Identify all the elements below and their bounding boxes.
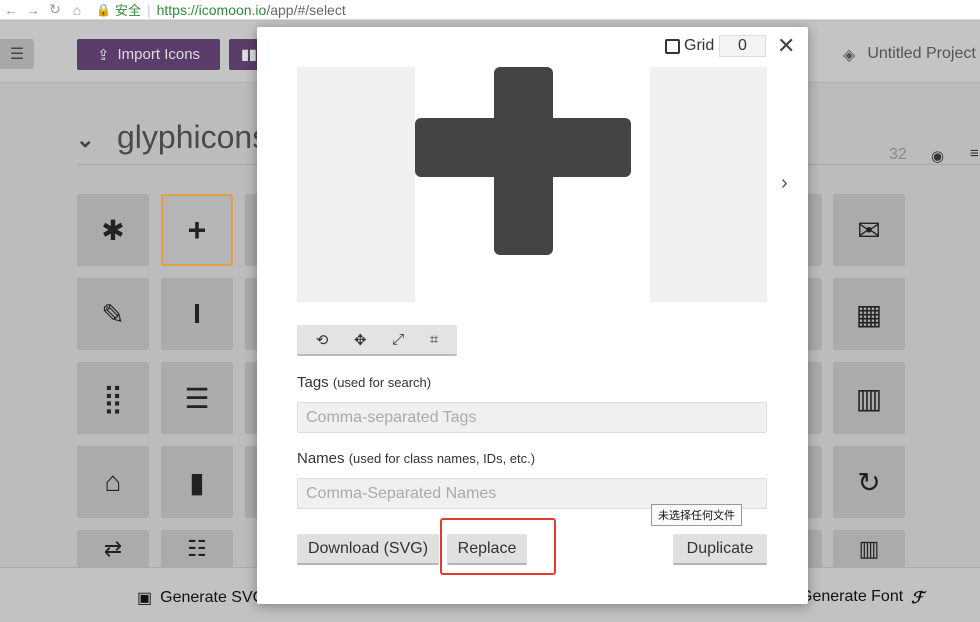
glyph-barcode-columns[interactable]: ▥ — [833, 362, 905, 434]
hamburger-menu-button[interactable]: ☰ — [0, 39, 34, 69]
columns-icon: ▥ — [855, 382, 883, 414]
home-icon[interactable]: ⌂ — [66, 2, 88, 18]
generate-font-button[interactable]: Generate Font ℱ — [800, 588, 924, 608]
transform-toolbar: ⟲ ✥ ⤢ ⌗ — [297, 325, 457, 356]
collapse-chevron-icon[interactable]: ⌄ — [76, 127, 94, 153]
glyph-partial[interactable] — [808, 194, 822, 266]
tags-label: Tags (used for search) — [297, 374, 432, 391]
glyph-text-cursor[interactable]: I — [161, 278, 233, 350]
glyph-partial[interactable] — [808, 530, 822, 567]
list-menu-icon[interactable]: ≡ — [970, 145, 979, 162]
th-icon: ⣿ — [102, 382, 124, 414]
file-input-tooltip: 未选择任何文件 — [651, 504, 742, 526]
grid-size-input[interactable]: 0 — [719, 35, 766, 57]
envelope-icon: ✉ — [857, 214, 881, 246]
icon-set-title: glyphicons — [117, 119, 269, 155]
plus-glyph-icon — [415, 67, 631, 255]
library-icon: ▮▮ — [241, 46, 257, 62]
eye-icon[interactable]: ◉ — [931, 147, 944, 165]
lock-icon: 🔒 — [96, 2, 111, 17]
reload-icon[interactable]: ↻ — [44, 1, 66, 18]
browser-address-bar: ← → ↻ ⌂ 🔒 安全 | https://icomoon.io/app/#/… — [0, 0, 980, 20]
retweet-icon: ⇄ — [103, 535, 123, 561]
secure-label: 安全 — [114, 4, 141, 19]
icon-preview — [297, 67, 767, 302]
next-icon-arrow[interactable]: › — [781, 172, 788, 195]
layers-icon: ◈ — [843, 47, 856, 64]
glyph-th-large[interactable]: ▦ — [833, 278, 905, 350]
import-icons-button[interactable]: ⇪ Import Icons — [77, 39, 220, 70]
glyph-th[interactable]: ⣿ — [77, 362, 149, 434]
upload-icon: ⇪ — [96, 46, 110, 64]
glyph-partial[interactable] — [808, 446, 822, 518]
glyph-envelope[interactable]: ✉ — [833, 194, 905, 266]
refresh-icon: ↻ — [857, 466, 881, 498]
rotate-icon[interactable]: ⟲ — [316, 331, 329, 349]
move-icon[interactable]: ✥ — [354, 331, 367, 349]
list-alt-icon: ☷ — [187, 535, 207, 561]
glyph-list-alt[interactable]: ☷ — [161, 530, 233, 567]
glyph-barcode[interactable]: ▥ — [833, 530, 905, 567]
back-icon[interactable]: ← — [0, 2, 22, 18]
text-cursor-icon: I — [193, 298, 201, 329]
image-icon: ▣ — [137, 590, 153, 607]
icon-editor-modal: Grid 0 ✕ › ⟲ ✥ ⤢ ⌗ Tags (used for search… — [257, 27, 808, 604]
forward-icon[interactable]: → — [22, 2, 44, 18]
project-label: Untitled Project — [867, 45, 976, 62]
project-name[interactable]: ◈ Untitled Project — [843, 45, 976, 65]
grid-toggle[interactable]: Grid — [665, 37, 714, 55]
import-icons-label: Import Icons — [117, 46, 201, 63]
scale-icon[interactable]: ⤢ — [392, 331, 404, 348]
duplicate-button[interactable]: Duplicate — [673, 534, 767, 565]
font-icon: ℱ — [911, 590, 924, 607]
glyph-th-list[interactable]: ☰ — [161, 362, 233, 434]
close-icon[interactable]: ✕ — [777, 33, 795, 59]
file-icon: ▮ — [189, 466, 205, 498]
glyph-partial[interactable] — [808, 278, 822, 350]
glyph-plus[interactable]: + — [161, 194, 233, 266]
th-list-icon: ☰ — [184, 382, 210, 414]
generate-svg-label: Generate SVG — [160, 589, 266, 606]
crop-icon[interactable]: ⌗ — [430, 331, 438, 348]
icon-count: 32 — [889, 146, 907, 163]
glyph-retweet[interactable]: ⇄ — [77, 530, 149, 567]
generate-svg-button[interactable]: ▣ Generate SVG — [137, 588, 265, 608]
th-large-icon: ▦ — [855, 298, 883, 330]
home-glyph-icon: ⌂ — [104, 466, 122, 497]
grid-checkbox[interactable] — [665, 38, 680, 54]
grid-label: Grid — [684, 37, 715, 54]
names-label: Names (used for class names, IDs, etc.) — [297, 450, 536, 467]
pencil-icon: ✎ — [101, 298, 125, 330]
glyph-partial[interactable] — [808, 362, 822, 434]
glyph-file[interactable]: ▮ — [161, 446, 233, 518]
generate-font-label: Generate Font — [800, 588, 904, 605]
glyph-asterisk[interactable]: ✱ — [77, 194, 149, 266]
download-svg-button[interactable]: Download (SVG) — [297, 534, 439, 565]
hamburger-icon: ☰ — [9, 46, 25, 63]
replace-highlight-box — [440, 518, 556, 575]
glyph-pencil[interactable]: ✎ — [77, 278, 149, 350]
tags-input[interactable]: Comma-separated Tags — [297, 402, 767, 433]
barcode-icon: ▥ — [858, 535, 880, 561]
plus-icon: + — [187, 211, 207, 248]
asterisk-icon: ✱ — [101, 214, 125, 246]
url-field[interactable]: https://icomoon.io/app/#/select — [157, 2, 346, 18]
glyph-refresh[interactable]: ↻ — [833, 446, 905, 518]
glyph-home[interactable]: ⌂ — [77, 446, 149, 518]
